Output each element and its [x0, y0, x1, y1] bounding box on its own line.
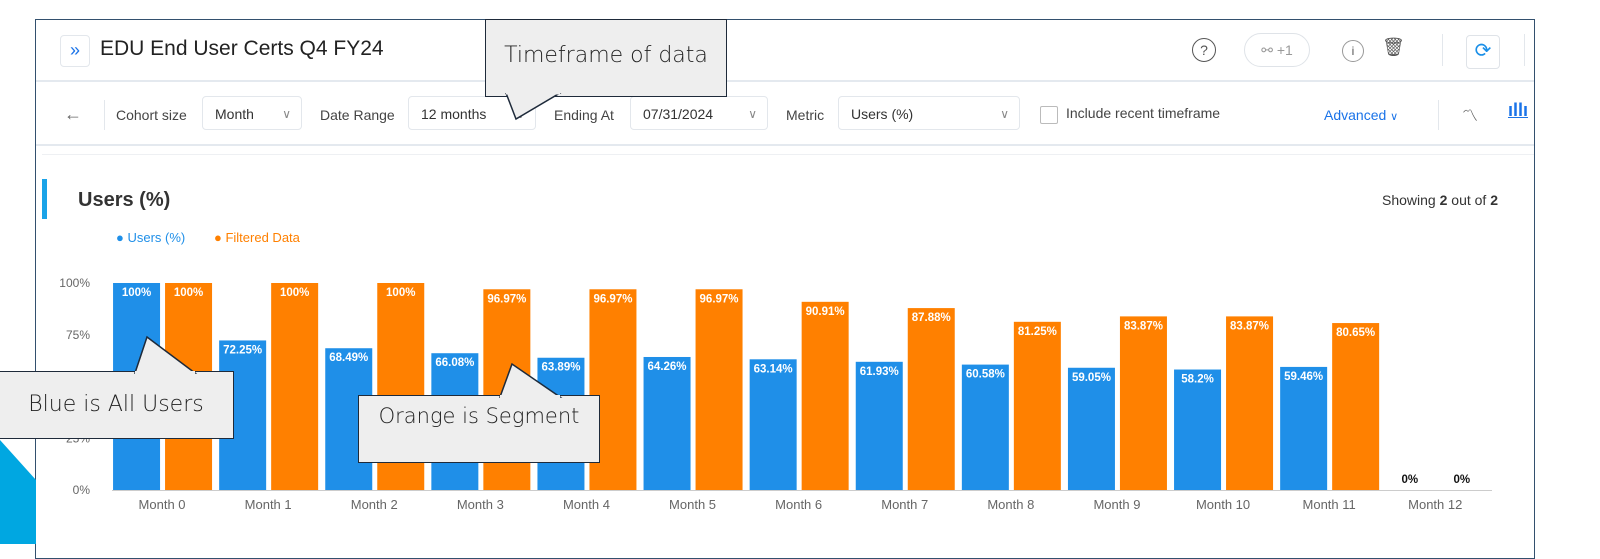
x-tick-label: Month 2 — [351, 497, 398, 512]
bar-filtered[interactable] — [801, 301, 849, 490]
bar-users[interactable] — [961, 364, 1009, 490]
data-label: 96.97% — [700, 293, 739, 305]
callout-timeframe: Timeframe of data — [485, 19, 727, 97]
data-label: 59.05% — [1072, 372, 1111, 384]
data-label: 60.58% — [966, 369, 1005, 381]
data-label: 64.26% — [648, 361, 687, 373]
callout-blue: Blue is All Users — [0, 371, 234, 439]
data-label: 63.14% — [754, 363, 793, 375]
data-label: 96.97% — [593, 293, 632, 305]
bar-users[interactable] — [643, 356, 691, 490]
bar-filtered[interactable] — [1119, 316, 1167, 490]
bar-users[interactable] — [1067, 367, 1115, 490]
x-tick-label: Month 12 — [1408, 497, 1462, 512]
data-label: 0% — [1401, 474, 1418, 486]
x-tick-label: Month 8 — [987, 497, 1034, 512]
data-label: 83.87% — [1124, 320, 1163, 332]
bar-filtered[interactable] — [1332, 323, 1380, 490]
data-label: 100% — [174, 287, 203, 299]
x-tick-label: Month 6 — [775, 497, 822, 512]
x-tick-label: Month 5 — [669, 497, 716, 512]
data-label: 100% — [280, 287, 309, 299]
bar-users[interactable] — [749, 359, 797, 490]
x-tick-label: Month 9 — [1093, 497, 1140, 512]
data-label: 81.25% — [1018, 326, 1057, 338]
callout-orange: Orange is Segment — [358, 395, 600, 463]
data-label: 96.97% — [487, 293, 526, 305]
bar-users[interactable] — [855, 361, 903, 490]
x-tick-label: Month 11 — [1303, 497, 1356, 512]
x-tick-label: Month 10 — [1196, 497, 1250, 512]
data-label: 100% — [386, 287, 415, 299]
bar-filtered[interactable] — [907, 308, 955, 490]
x-tick-label: Month 1 — [245, 497, 292, 512]
data-label: 83.87% — [1230, 320, 1269, 332]
data-label: 90.91% — [806, 306, 845, 318]
bar-chart: 0%25%50%75%100%Month 0100%100%Month 172.… — [59, 276, 1492, 512]
x-tick-label: Month 3 — [457, 497, 504, 512]
data-label: 87.88% — [912, 312, 951, 324]
data-label: 61.93% — [860, 366, 899, 378]
data-label: 0% — [1453, 474, 1470, 486]
data-label: 80.65% — [1336, 327, 1375, 339]
data-label: 100% — [122, 287, 151, 299]
data-label: 72.25% — [223, 344, 262, 356]
data-label: 66.08% — [435, 357, 474, 369]
data-label: 59.46% — [1284, 371, 1323, 383]
data-label: 58.2% — [1181, 374, 1214, 386]
bar-filtered[interactable] — [1013, 321, 1061, 490]
y-tick-label: 100% — [59, 276, 90, 290]
y-tick-label: 0% — [73, 483, 91, 497]
y-tick-label: 75% — [66, 328, 90, 342]
bar-filtered[interactable] — [1226, 316, 1274, 490]
bar-filtered[interactable] — [271, 283, 319, 490]
bar-filtered[interactable] — [695, 289, 743, 490]
x-tick-label: Month 7 — [881, 497, 928, 512]
data-label: 68.49% — [329, 352, 368, 364]
bar-users[interactable] — [1174, 369, 1222, 490]
x-tick-label: Month 4 — [563, 497, 610, 512]
x-tick-label: Month 0 — [139, 497, 186, 512]
bar-users[interactable] — [1280, 366, 1328, 490]
